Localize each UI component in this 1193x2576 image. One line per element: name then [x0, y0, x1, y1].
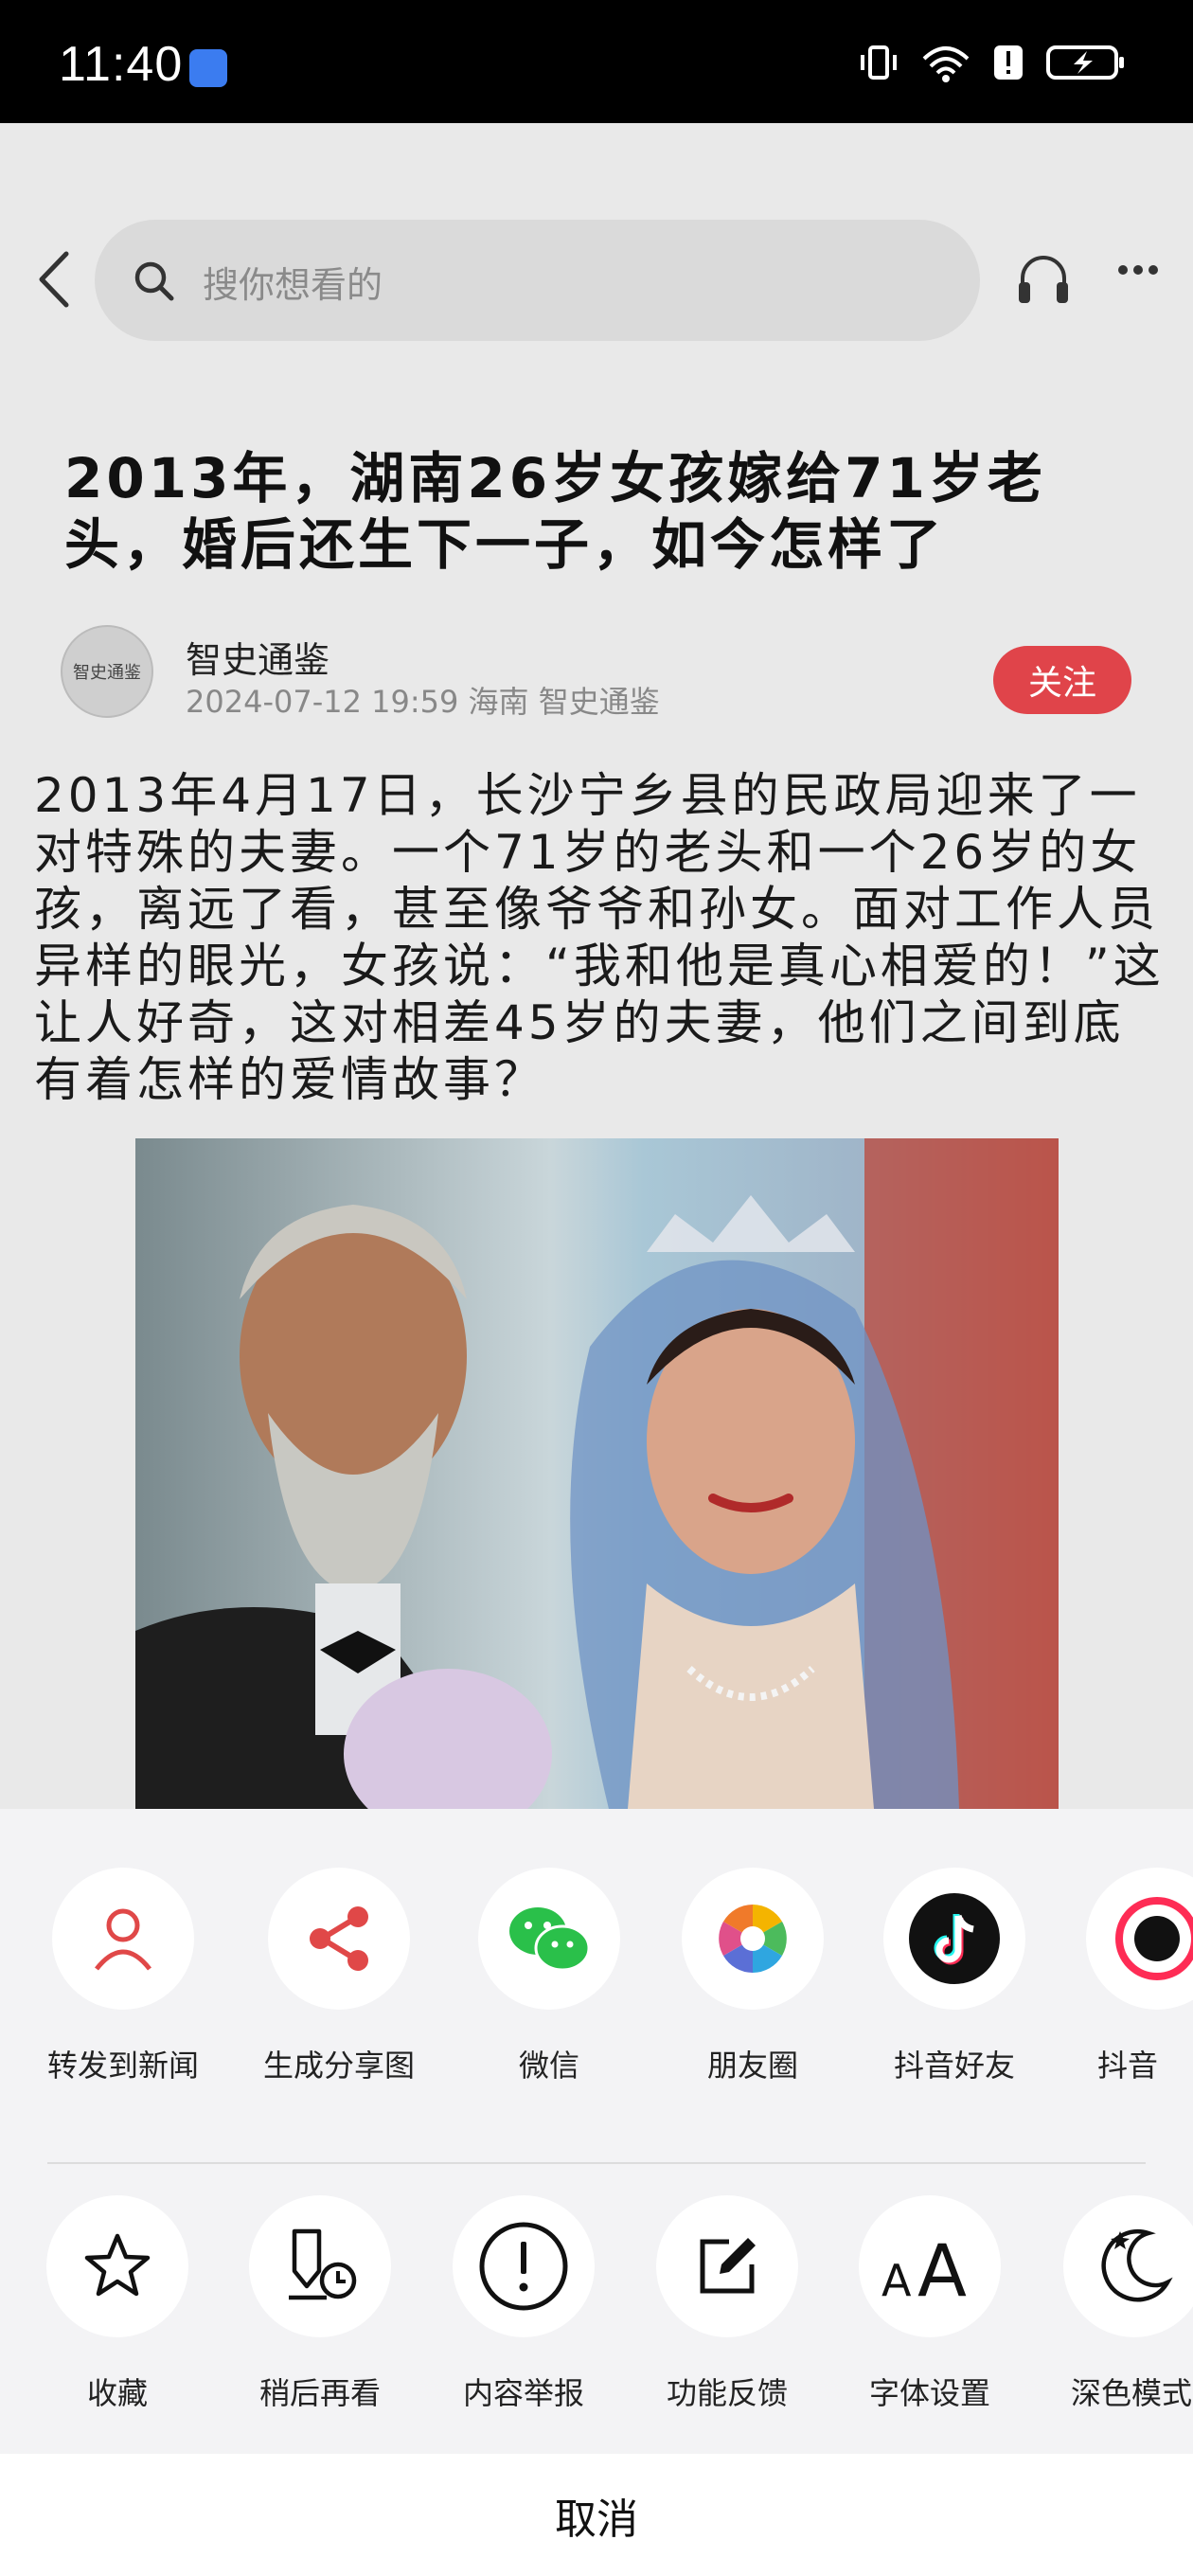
action-report[interactable]: 内容举报: [429, 2195, 618, 2413]
top-bar: 搜你想看的: [0, 208, 1193, 350]
svg-text:A: A: [881, 2255, 912, 2306]
status-bar: 11:40: [0, 0, 1193, 123]
action-label: 内容举报: [462, 2375, 584, 2411]
headphone-icon[interactable]: [1013, 248, 1074, 309]
action-row: 收藏 稍后再看 内容举报 功能反馈 AA 字体设置 深色模式: [0, 2195, 1193, 2442]
share-item-repost[interactable]: 转发到新闻: [28, 1868, 218, 2085]
share-item-image[interactable]: 生成分享图: [244, 1868, 434, 2085]
share-item-douyin-friend[interactable]: 抖音好友: [860, 1868, 1049, 2085]
article-title: 2013年，湖南26岁女孩嫁给71岁老头，婚后还生下一子，如今怎样了: [64, 446, 1046, 577]
wechat-icon: [509, 1907, 591, 1972]
usb-icon: [189, 49, 227, 87]
share-item-douyin[interactable]: 抖音: [1065, 1868, 1193, 2085]
search-placeholder: 搜你想看的: [203, 264, 383, 306]
feedback-icon: [700, 2238, 756, 2294]
follow-button[interactable]: 关注: [993, 646, 1131, 714]
sheet-divider: [47, 2162, 1146, 2164]
article-body: 2013年4月17日，长沙宁乡县的民政局迎来了一对特殊的夫妻。一个71岁的老头和…: [34, 768, 1165, 1107]
share-item-label: 抖音: [1097, 2048, 1159, 2084]
author-name[interactable]: 智史通鉴: [186, 631, 329, 683]
search-bar[interactable]: 搜你想看的: [95, 220, 980, 341]
dark-mode-icon: [1101, 2228, 1173, 2302]
share-item-label: 转发到新闻: [46, 2048, 199, 2084]
search-icon: [134, 261, 174, 301]
share-item-label: 朋友圈: [706, 2048, 798, 2084]
avatar[interactable]: 智史通鉴: [61, 625, 153, 718]
action-label: 稍后再看: [258, 2375, 381, 2411]
battery-icon: [1046, 45, 1124, 80]
share-item-label: 微信: [518, 2048, 579, 2084]
moments-icon: [719, 1905, 787, 1973]
tiktok-icon: [909, 1893, 1000, 1984]
back-icon[interactable]: [30, 246, 78, 313]
star-icon: [84, 2233, 151, 2297]
alert-icon: [994, 45, 1023, 80]
action-label: 收藏: [86, 2375, 148, 2411]
read-later-icon: [289, 2228, 357, 2300]
article-photo[interactable]: [135, 1138, 1059, 1809]
action-label: 深色模式: [1071, 2375, 1193, 2411]
action-read-later[interactable]: 稍后再看: [225, 2195, 415, 2413]
action-label: 功能反馈: [666, 2375, 788, 2411]
wifi-icon: [922, 46, 970, 82]
action-favorite[interactable]: 收藏: [23, 2195, 212, 2413]
action-dark-mode[interactable]: 深色模式: [1046, 2195, 1193, 2413]
person-icon: [95, 1908, 151, 1971]
share-item-moments[interactable]: 朋友圈: [658, 1868, 847, 2085]
tiktok-icon: [1115, 1897, 1193, 1980]
share-sheet: 转发到新闻 生成分享图 微信 朋友圈 抖音好友 抖音 收藏 稍后再看 内容举报 …: [0, 1809, 1193, 2576]
action-feedback[interactable]: 功能反馈: [632, 2195, 822, 2413]
share-icon: [310, 1906, 368, 1971]
share-item-label: 抖音好友: [893, 2048, 1015, 2084]
report-icon: [479, 2222, 568, 2311]
share-row: 转发到新闻 生成分享图 微信 朋友圈 抖音好友 抖音: [0, 1868, 1193, 2114]
article-page: 搜你想看的 2013年，湖南26岁女孩嫁给71岁老头，婚后还生下一子，如今怎样了…: [0, 123, 1193, 1809]
share-item-wechat[interactable]: 微信: [454, 1868, 644, 2085]
svg-text:A: A: [917, 2228, 967, 2309]
action-font-settings[interactable]: AA 字体设置: [835, 2195, 1024, 2413]
more-icon[interactable]: [1117, 263, 1159, 277]
author-row: 智史通鉴 智史通鉴 2024-07-12 19:59 海南 智史通鉴 关注: [61, 625, 1140, 720]
cancel-button[interactable]: 取消: [0, 2454, 1193, 2576]
status-icons: [858, 42, 1127, 83]
vibrate-icon: [861, 45, 897, 80]
share-item-label: 生成分享图: [262, 2048, 415, 2084]
status-time: 11:40: [59, 37, 184, 92]
publish-meta: 2024-07-12 19:59 海南 智史通鉴: [186, 684, 660, 720]
font-icon: AA: [881, 2228, 967, 2309]
action-label: 字体设置: [868, 2375, 990, 2411]
